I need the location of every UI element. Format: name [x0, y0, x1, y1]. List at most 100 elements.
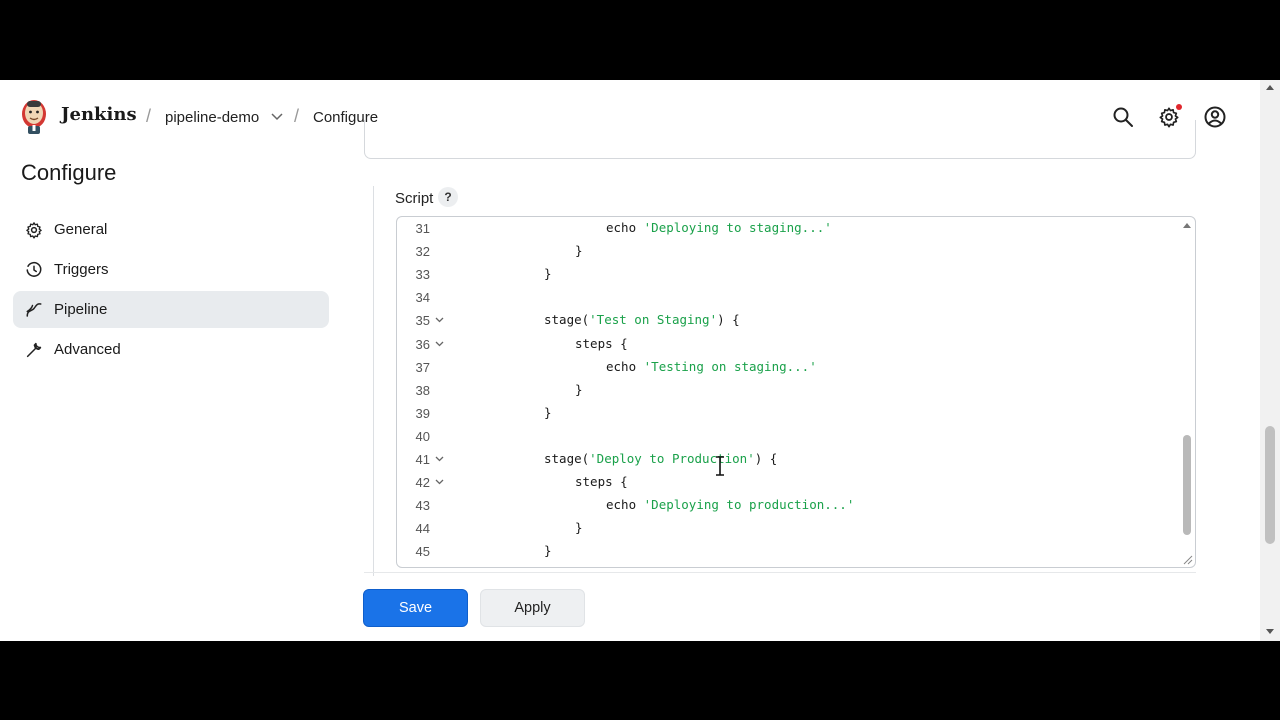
code-text: } — [544, 405, 552, 420]
code-text: steps { — [575, 336, 628, 351]
code-line[interactable]: 37 echo 'Testing on staging...' — [397, 356, 1177, 379]
script-editor[interactable]: 31 echo 'Deploying to staging...' 32} 33} 34… — [396, 216, 1196, 568]
code-token: } — [544, 543, 552, 559]
browser-viewport: Jenkins / pipeline-demo / Configure Conf… — [0, 80, 1280, 641]
sidebar-item-general[interactable]: General — [13, 211, 329, 248]
sidebar-item-advanced[interactable]: Advanced — [13, 331, 329, 368]
fold-chevron-icon[interactable] — [435, 315, 444, 324]
code-line[interactable]: 40 — [397, 425, 1177, 448]
gear-icon — [26, 221, 42, 239]
code-text: echo 'Testing on staging...' — [606, 359, 817, 374]
script-help-button[interactable]: ? — [438, 187, 458, 207]
scroll-up-arrow-icon[interactable] — [1182, 221, 1192, 229]
scroll-down-arrow-icon[interactable] — [1264, 627, 1276, 637]
notification-badge — [1176, 104, 1182, 110]
code-line[interactable]: 38} — [397, 379, 1177, 402]
code-text: steps { — [575, 474, 628, 489]
code-text: stage('Deploy to Production') { — [544, 451, 777, 466]
code-text: } — [575, 243, 583, 258]
jenkins-logo-icon[interactable] — [18, 96, 50, 136]
fold-chevron-icon[interactable] — [435, 454, 444, 463]
apply-button[interactable]: Apply — [480, 589, 585, 627]
code-token: echo — [606, 358, 644, 374]
code-token: } — [575, 381, 583, 397]
line-number: 34 — [415, 290, 430, 306]
chevron-down-icon[interactable] — [271, 110, 283, 122]
text-cursor-icon — [716, 456, 724, 476]
code-line[interactable]: 43 echo 'Deploying to production...' — [397, 494, 1177, 517]
breadcrumb-job-link[interactable]: pipeline-demo — [165, 109, 259, 126]
code-text: } — [544, 543, 552, 558]
code-token: ) { — [754, 451, 778, 466]
code-text: stage('Test on Staging') { — [544, 312, 740, 327]
code-line[interactable]: 39} — [397, 402, 1177, 425]
code-token: } — [544, 266, 552, 282]
code-line[interactable]: 34 — [397, 286, 1177, 309]
code-token: } — [544, 404, 552, 420]
sidebar-item-label: General — [54, 221, 108, 238]
code-line[interactable]: 33} — [397, 263, 1177, 286]
line-number: 31 — [415, 221, 430, 236]
sidebar-item-label: Advanced — [54, 341, 121, 358]
code-text: } — [575, 382, 583, 397]
code-line[interactable]: 42 steps { — [397, 471, 1177, 494]
line-number: 39 — [415, 405, 430, 421]
code-token: echo — [606, 497, 644, 513]
breadcrumb-separator: / — [294, 106, 300, 126]
save-button[interactable]: Save — [363, 589, 468, 627]
code-line[interactable]: 36 steps { — [397, 333, 1177, 356]
code-line[interactable]: 44} — [397, 517, 1177, 540]
code-string-literal: 'Deploying to staging...' — [643, 220, 832, 235]
clock-icon — [26, 261, 42, 277]
user-account-icon[interactable] — [1204, 106, 1226, 128]
divider — [364, 572, 1196, 573]
code-line[interactable]: 31 echo 'Deploying to staging...' — [397, 217, 1177, 240]
previous-field-box[interactable] — [364, 120, 1196, 159]
code-text: echo 'Deploying to staging...' — [606, 220, 832, 235]
line-number: 33 — [415, 267, 430, 283]
code-line[interactable]: 41 stage('Deploy to Production') { — [397, 448, 1177, 471]
editor-scrollbar-thumb[interactable] — [1183, 435, 1191, 535]
section-divider — [373, 186, 374, 576]
line-number: 38 — [415, 382, 430, 398]
code-text: echo 'Deploying to production...' — [606, 497, 854, 512]
sidebar-item-pipeline[interactable]: Pipeline — [13, 291, 329, 328]
brand-name[interactable]: Jenkins — [61, 104, 137, 125]
line-number: 35 — [415, 313, 430, 329]
wrench-icon — [26, 342, 42, 357]
code-line[interactable]: 32} — [397, 240, 1177, 263]
code-string-literal: 'Deploying to production...' — [643, 497, 855, 513]
sidebar-item-label: Pipeline — [54, 301, 108, 318]
code-token: stage( — [544, 312, 590, 328]
script-label: Script — [395, 190, 434, 207]
code-token: } — [575, 520, 583, 536]
breadcrumb-separator: / — [146, 106, 152, 126]
page-scrollbar-track[interactable] — [1260, 80, 1280, 641]
code-token: steps { — [575, 474, 628, 490]
code-line[interactable]: 45} — [397, 540, 1177, 563]
code-text: } — [575, 520, 583, 535]
code-line[interactable]: 35 stage('Test on Staging') { — [397, 309, 1177, 332]
sidebar-item-triggers[interactable]: Triggers — [13, 251, 329, 288]
code-token: echo — [606, 220, 644, 235]
code-token: steps { — [575, 335, 628, 351]
line-number: 44 — [415, 521, 430, 537]
fold-chevron-icon[interactable] — [435, 477, 444, 486]
code-string-literal: 'Test on Staging' — [589, 312, 718, 328]
code-token: stage( — [544, 451, 590, 466]
code-token: } — [575, 243, 583, 259]
line-number: 37 — [415, 359, 430, 375]
line-number: 32 — [415, 244, 430, 260]
line-number: 36 — [415, 336, 430, 352]
pipeline-icon — [26, 302, 42, 317]
line-number: 41 — [415, 452, 430, 467]
fold-chevron-icon[interactable] — [435, 339, 444, 348]
page-scrollbar-thumb[interactable] — [1265, 426, 1275, 544]
code-text: } — [544, 266, 552, 281]
code-string-literal: 'Deploy to Production' — [589, 451, 755, 466]
line-number: 43 — [415, 498, 430, 514]
line-number: 42 — [415, 475, 430, 491]
code-token: ) { — [717, 312, 740, 328]
scroll-up-arrow-icon[interactable] — [1264, 82, 1276, 92]
resize-handle-icon[interactable] — [1183, 555, 1193, 565]
